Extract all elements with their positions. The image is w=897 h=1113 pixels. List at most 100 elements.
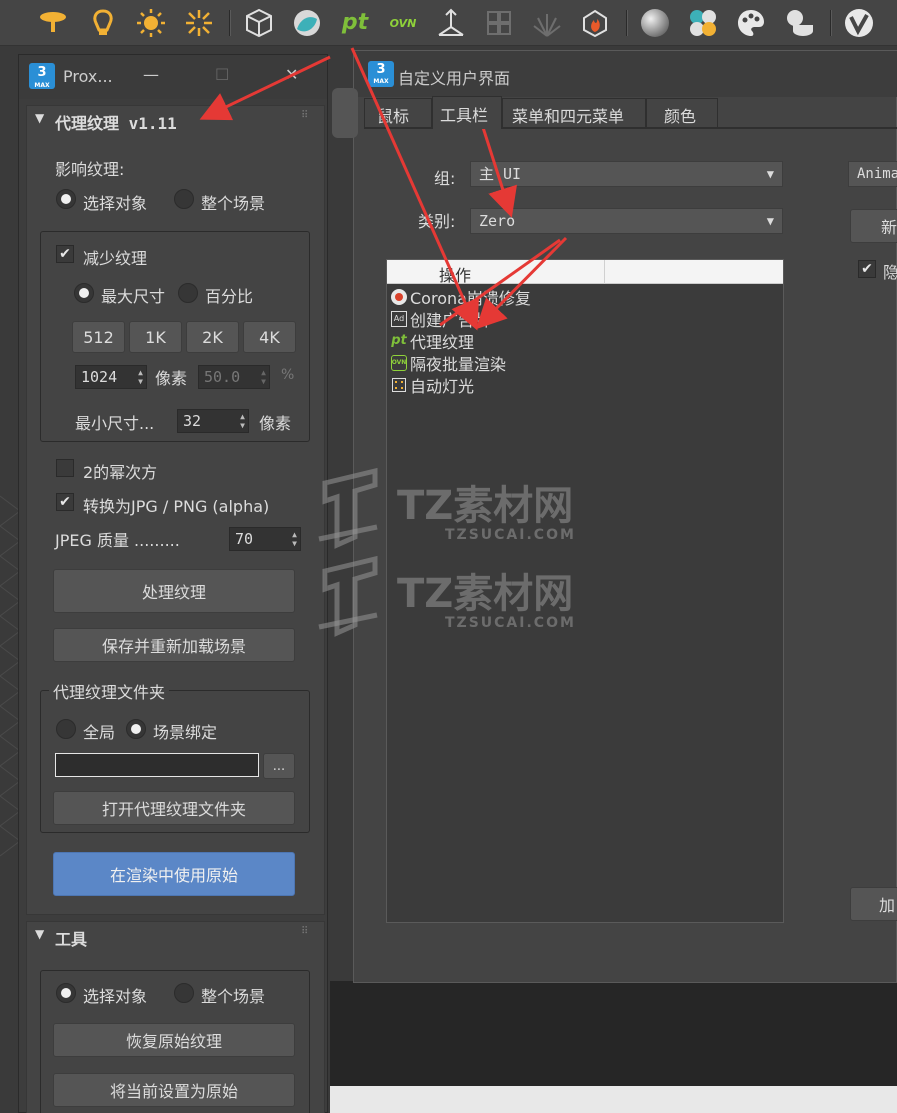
box-icon[interactable]	[240, 4, 278, 42]
size-2k-button[interactable]: 2K	[186, 321, 239, 353]
grass-icon[interactable]	[528, 4, 566, 42]
tab-mouse-label: 鼠标	[377, 107, 410, 126]
restore-original-textures-button[interactable]: 恢复原始纹理	[53, 1023, 295, 1057]
customize-window-titlebar[interactable]: 3 MAX 自定义用户界面	[354, 51, 897, 97]
set-current-as-original-button[interactable]: 将当前设置为原始	[53, 1073, 295, 1107]
bulb-icon[interactable]	[84, 4, 122, 42]
toolbar-separator	[626, 10, 628, 36]
right-dropdown[interactable]: Anima	[848, 161, 897, 187]
toolbar-separator	[229, 10, 231, 36]
radio-percent-label: 百分比	[205, 287, 254, 306]
watermark-logo-icon	[318, 555, 378, 637]
proxy-window-title: Prox...	[63, 67, 113, 86]
list-item[interactable]: 自动灯光	[391, 374, 474, 396]
radio-max-size[interactable]	[74, 283, 94, 303]
power-of-two-label: 2的幂次方	[83, 463, 158, 482]
reduce-textures-checkbox[interactable]: ✔	[56, 245, 74, 263]
folder-path-field[interactable]	[55, 753, 259, 777]
radio-global[interactable]	[56, 719, 76, 739]
tab-toolbars[interactable]: 工具栏	[432, 96, 502, 129]
proxy-window-titlebar[interactable]: 3 MAX Prox... — ☐ ✕	[19, 55, 327, 99]
tab-menus-quads[interactable]: 菜单和四元菜单	[502, 98, 646, 128]
spinner-arrows-icon[interactable]: ▲ ▼	[292, 530, 297, 548]
category-label: 类别:	[418, 212, 456, 231]
pot-icon[interactable]	[780, 4, 818, 42]
size-1k-button[interactable]: 1K	[129, 321, 182, 353]
fire-icon[interactable]	[576, 4, 614, 42]
list-item[interactable]: OVN 隔夜批量渲染	[391, 352, 507, 374]
rollout-header[interactable]: ▼ 代理纹理 v1.11 ⠿	[27, 106, 324, 136]
tab-colors[interactable]: 颜色	[646, 98, 718, 128]
paint-palette-icon[interactable]	[732, 4, 770, 42]
list-header-action: 操作	[439, 266, 472, 285]
spinner-arrows-icon[interactable]: ▲ ▼	[138, 368, 143, 386]
group-dropdown-value: 主 UI	[479, 165, 522, 183]
percent-value: 50.0	[204, 368, 241, 386]
browse-folder-button[interactable]: ...	[263, 753, 295, 779]
power-of-two-checkbox[interactable]	[56, 459, 74, 477]
jpeg-quality-spinner[interactable]: 70 ▲ ▼	[229, 527, 301, 551]
group-dropdown[interactable]: 主 UI ▼	[470, 161, 783, 187]
process-textures-button[interactable]: 处理纹理	[53, 569, 295, 613]
minimize-button[interactable]: —	[143, 65, 159, 84]
use-original-in-render-button[interactable]: 在渲染中使用原始	[53, 852, 295, 896]
material-ball-icon[interactable]	[288, 4, 326, 42]
watermark-logo-icon	[318, 467, 378, 549]
app-logo-icon: 3 MAX	[368, 61, 394, 87]
open-proxy-folder-button[interactable]: 打开代理纹理文件夹	[53, 791, 295, 825]
auto-light-icon	[391, 377, 407, 393]
list-item[interactable]: Corona崩溃修复	[391, 286, 531, 308]
tripod-icon[interactable]	[432, 4, 470, 42]
app-logo-icon: 3 MAX	[29, 63, 55, 89]
right-dropdown-value: Anima	[857, 166, 897, 182]
rollout-header[interactable]: ▼ 工具 ⠿	[27, 922, 324, 952]
palette-dots-icon[interactable]	[684, 4, 722, 42]
new-button[interactable]: 新	[850, 209, 897, 243]
percent-unit-label: %	[281, 367, 295, 383]
vray-icon[interactable]	[840, 4, 878, 42]
sun-icon[interactable]	[132, 4, 170, 42]
radio-selected-objects[interactable]	[56, 189, 76, 209]
min-size-unit-label: 像素	[259, 414, 292, 433]
convert-jpg-label: 转换为JPG / PNG (alpha)	[83, 497, 270, 516]
category-dropdown[interactable]: Zero ▼	[470, 208, 783, 234]
list-item-label: 隔夜批量渲染	[410, 354, 507, 374]
watermark-url: TZSUCAI.COM	[445, 527, 576, 543]
size-512-button[interactable]: 512	[72, 321, 125, 353]
sunburst-icon[interactable]	[180, 4, 218, 42]
watermark: TZ素材网 TZSUCAI.COM TZ素材网 TZSUCAI.COM	[315, 465, 615, 645]
spinner-arrows-icon[interactable]: ▲ ▼	[261, 368, 266, 386]
hide-checkbox[interactable]: ✔	[858, 260, 876, 278]
save-reload-scene-button[interactable]: 保存并重新加载场景	[53, 628, 295, 662]
list-item-label: Corona崩溃修复	[410, 288, 531, 308]
size-4k-button[interactable]: 4K	[243, 321, 296, 353]
list-item[interactable]: pt 代理纹理	[391, 330, 474, 352]
add-button[interactable]: 加	[850, 887, 897, 921]
rollout-title: 工具	[55, 930, 88, 949]
radio-tools-selected[interactable]	[56, 983, 76, 1003]
convert-jpg-checkbox[interactable]: ✔	[56, 493, 74, 511]
radio-percent[interactable]	[178, 283, 198, 303]
radio-tools-scene[interactable]	[174, 983, 194, 1003]
radio-entire-scene[interactable]	[174, 189, 194, 209]
pixel-size-spinner[interactable]: 1024 ▲ ▼	[75, 365, 147, 389]
close-button[interactable]: ✕	[285, 65, 298, 84]
radio-scene-bound[interactable]	[126, 719, 146, 739]
reduce-textures-group: ✔ 减少纹理 最大尺寸 百分比 512 1K 2K 4K 1024 ▲ ▼ 像素 5…	[40, 231, 310, 442]
ovn-icon[interactable]: OVN	[384, 4, 422, 42]
maximize-button[interactable]: ☐	[215, 65, 229, 84]
list-item[interactable]: Ad 创建广告牌	[391, 308, 490, 330]
grid-icon[interactable]	[480, 4, 518, 42]
percent-spinner[interactable]: 50.0 ▲ ▼	[198, 365, 270, 389]
pt-icon[interactable]: pt	[336, 4, 374, 42]
spinner-arrows-icon[interactable]: ▲ ▼	[240, 412, 245, 430]
billboard-icon: Ad	[391, 310, 407, 327]
list-header[interactable]: 操作	[387, 260, 783, 285]
jpeg-quality-label: JPEG 质量 .........	[55, 531, 180, 550]
jpeg-quality-value: 70	[235, 530, 254, 548]
min-size-spinner[interactable]: 32 ▲ ▼	[177, 409, 249, 433]
column-divider	[604, 260, 605, 284]
tab-mouse[interactable]: 鼠标	[364, 98, 432, 128]
sphere-icon[interactable]	[636, 4, 674, 42]
light-cone-icon[interactable]	[34, 4, 72, 42]
